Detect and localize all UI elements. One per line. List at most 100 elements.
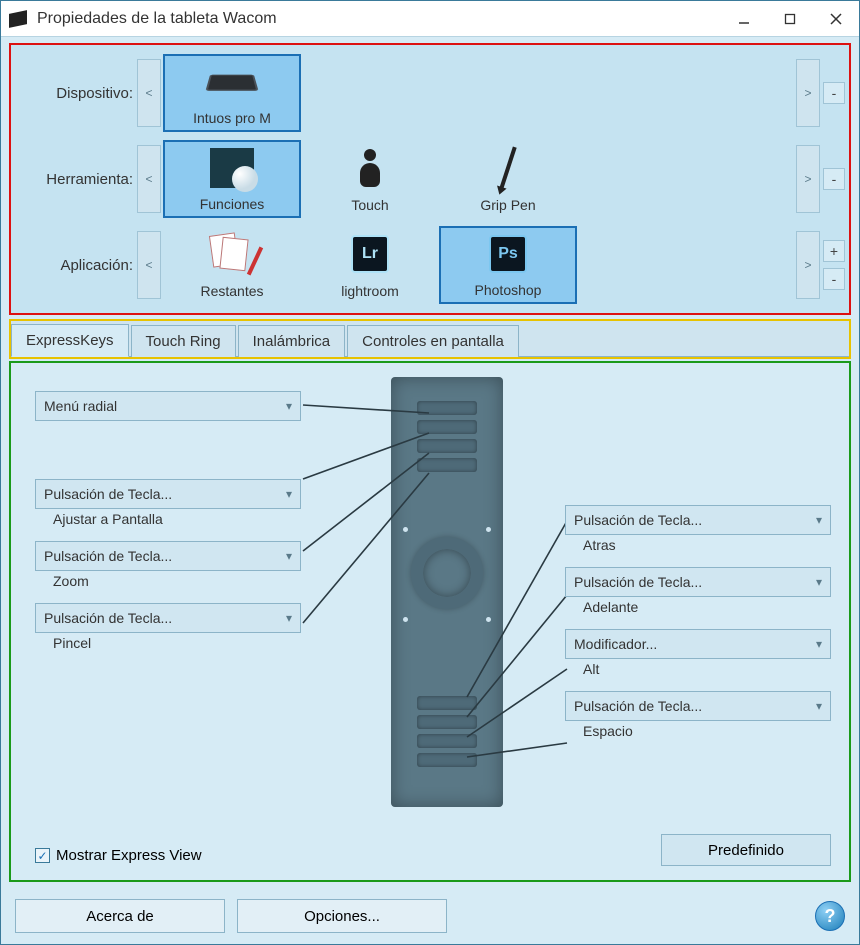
tab-touch-ring[interactable]: Touch Ring xyxy=(131,325,236,357)
maximize-button[interactable] xyxy=(767,1,813,37)
titlebar: Propiedades de la tableta Wacom xyxy=(1,1,859,37)
tool-item-grip-pen[interactable]: Grip Pen xyxy=(439,140,577,218)
minimize-button[interactable] xyxy=(721,1,767,37)
combo-label: Pulsación de Tecla... xyxy=(574,698,702,714)
touch-ring-icon xyxy=(411,537,483,609)
key-sub-label: Alt xyxy=(565,661,831,677)
touch-icon xyxy=(357,149,383,187)
help-button[interactable]: ? xyxy=(815,901,845,931)
window-root: Propiedades de la tableta Wacom Disposit… xyxy=(0,0,860,945)
combo-label: Pulsación de Tecla... xyxy=(574,574,702,590)
key-assign-left-2: Pulsación de Tecla...▾ Zoom xyxy=(35,541,301,589)
chevron-down-icon: ▾ xyxy=(816,575,822,589)
chevron-down-icon: ▾ xyxy=(816,637,822,651)
app-remove-button[interactable]: - xyxy=(823,268,845,290)
key-combo[interactable]: Pulsación de Tecla... ▾ xyxy=(35,479,301,509)
tabs-container: ExpressKeys Touch Ring Inalámbrica Contr… xyxy=(9,319,851,359)
key-assign-left-1: Pulsación de Tecla... ▾ Ajustar a Pantall… xyxy=(35,479,301,527)
tool-list: Funciones Touch Grip Pen xyxy=(161,140,796,218)
photoshop-icon: Ps xyxy=(489,235,527,273)
combo-label: Pulsación de Tecla... xyxy=(44,610,172,626)
app-item-label: Photoshop xyxy=(475,282,542,298)
tool-item-label: Touch xyxy=(351,197,388,213)
key-combo[interactable]: Menú radial▾ xyxy=(35,391,301,421)
app-item-lightroom[interactable]: Lr lightroom xyxy=(301,226,439,304)
right-key-column: Pulsación de Tecla... ▾ Atras Pulsación d… xyxy=(565,505,831,739)
app-scroll-next[interactable]: > xyxy=(796,231,820,299)
chevron-down-icon: ▾ xyxy=(286,611,292,625)
app-item-label: Restantes xyxy=(200,283,263,299)
preset-button[interactable]: Predefinido xyxy=(661,834,831,866)
app-row: Aplicación: < Restantes Lr lightroom Ps … xyxy=(15,223,845,307)
app-item-restantes[interactable]: Restantes xyxy=(163,226,301,304)
device-label: Dispositivo: xyxy=(15,85,137,102)
device-scroll-next[interactable]: > xyxy=(796,59,820,127)
chevron-down-icon: ▾ xyxy=(816,699,822,713)
device-list: Intuos pro M xyxy=(161,54,796,132)
app-add-button[interactable]: + xyxy=(823,240,845,262)
about-button[interactable]: Acerca de xyxy=(15,899,225,933)
checkbox-checked-icon: ✓ xyxy=(35,848,50,863)
window-title: Propiedades de la tableta Wacom xyxy=(37,10,721,28)
app-label: Aplicación: xyxy=(15,257,137,274)
chevron-down-icon: ▾ xyxy=(286,487,292,501)
key-combo[interactable]: Pulsación de Tecla... ▾ xyxy=(565,691,831,721)
options-button[interactable]: Opciones... xyxy=(237,899,447,933)
app-item-photoshop[interactable]: Ps Photoshop xyxy=(439,226,577,304)
tool-item-touch[interactable]: Touch xyxy=(301,140,439,218)
key-sub-label: Ajustar a Pantalla xyxy=(35,511,301,527)
tab-expresskeys[interactable]: ExpressKeys xyxy=(11,324,129,357)
footer-bar: Acerca de Opciones... ? xyxy=(1,888,859,944)
key-assign-left-3: Pulsación de Tecla... ▾ Pincel xyxy=(35,603,301,651)
key-assign-right-1: Pulsación de Tecla... ▾ Adelante xyxy=(565,567,831,615)
key-sub-label: Atras xyxy=(565,537,831,553)
lightroom-icon: Lr xyxy=(351,235,389,273)
tool-item-label: Grip Pen xyxy=(480,197,535,213)
tool-label: Herramienta: xyxy=(15,171,137,188)
device-row: Dispositivo: < Intuos pro M > - xyxy=(15,51,845,135)
combo-label: Pulsación de Tecla... xyxy=(44,548,172,564)
close-button[interactable] xyxy=(813,1,859,37)
left-key-column: Menú radial▾ Pulsación de Tecla...▾ Ajus… xyxy=(35,391,301,651)
documents-icon xyxy=(211,234,253,274)
device-tool-app-panel: Dispositivo: < Intuos pro M > - Herramie… xyxy=(9,43,851,315)
tab-wireless[interactable]: Inalámbrica xyxy=(238,325,346,357)
tablet-graphic xyxy=(391,377,503,807)
tool-item-functions[interactable]: Funciones xyxy=(163,140,301,218)
combo-label: Pulsación de Tecla... xyxy=(44,486,172,502)
key-sub-label: Pincel xyxy=(35,635,301,651)
key-assign-right-2: Modificador... ▾ Alt xyxy=(565,629,831,677)
expresskeys-panel: Menú radial▾ Pulsación de Tecla...▾ Ajus… xyxy=(9,361,851,882)
app-item-label: lightroom xyxy=(341,283,399,299)
key-combo[interactable]: Pulsación de Tecla... ▾ xyxy=(565,567,831,597)
key-combo[interactable]: Pulsación de Tecla... ▾ xyxy=(35,603,301,633)
tool-scroll-next[interactable]: > xyxy=(796,145,820,213)
tool-scroll-prev[interactable]: < xyxy=(137,145,161,213)
functions-icon xyxy=(210,148,254,188)
checkbox-label: Mostrar Express View xyxy=(56,847,202,864)
device-scroll-prev[interactable]: < xyxy=(137,59,161,127)
pen-icon xyxy=(499,146,516,189)
tab-onscreen-controls[interactable]: Controles en pantalla xyxy=(347,325,519,357)
key-assign-left-0: Menú radial▾ xyxy=(35,391,301,421)
combo-label: Modificador... xyxy=(574,636,657,652)
tool-row: Herramienta: < Funciones Touch Grip Pen … xyxy=(15,137,845,221)
app-scroll-prev[interactable]: < xyxy=(137,231,161,299)
show-express-view-checkbox[interactable]: ✓ Mostrar Express View xyxy=(35,847,202,864)
tabs: ExpressKeys Touch Ring Inalámbrica Contr… xyxy=(11,323,849,357)
device-item-label: Intuos pro M xyxy=(193,110,271,126)
key-sub-label: Espacio xyxy=(565,723,831,739)
key-sub-label: Adelante xyxy=(565,599,831,615)
app-list: Restantes Lr lightroom Ps Photoshop xyxy=(161,226,796,304)
key-combo[interactable]: Pulsación de Tecla...▾ xyxy=(35,541,301,571)
key-assign-right-3: Pulsación de Tecla... ▾ Espacio xyxy=(565,691,831,739)
combo-label: Menú radial xyxy=(44,398,117,414)
tool-remove-button[interactable]: - xyxy=(823,168,845,190)
combo-label: Pulsación de Tecla... xyxy=(574,512,702,528)
key-combo[interactable]: Pulsación de Tecla...▾ xyxy=(565,505,831,535)
device-remove-button[interactable]: - xyxy=(823,82,845,104)
device-item-intuos[interactable]: Intuos pro M xyxy=(163,54,301,132)
key-combo[interactable]: Modificador... ▾ xyxy=(565,629,831,659)
tool-item-label: Funciones xyxy=(200,196,265,212)
tablet-icon xyxy=(205,74,258,90)
